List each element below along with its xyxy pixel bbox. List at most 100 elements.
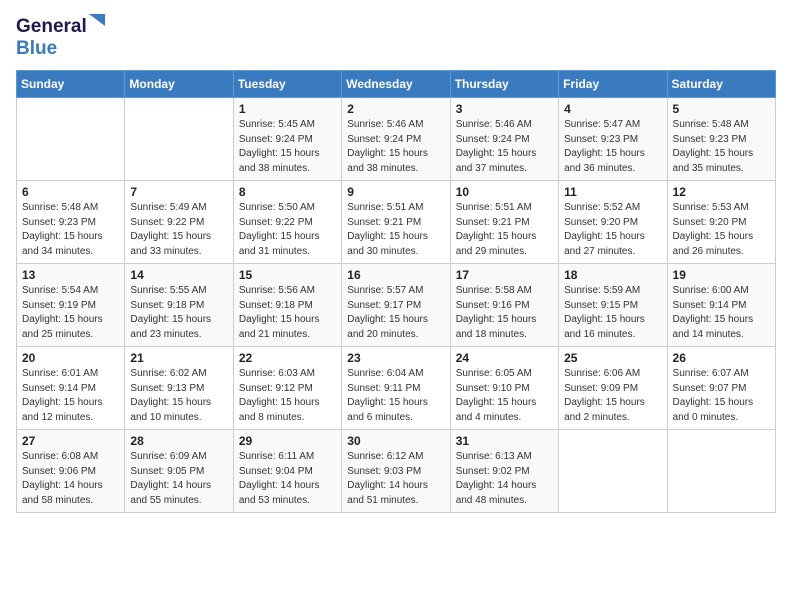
day-number: 7 [130,185,228,199]
day-number: 21 [130,351,228,365]
day-number: 8 [239,185,337,199]
calendar-cell: 30 Sunrise: 6:12 AM Sunset: 9:03 PM Dayli… [342,430,450,513]
day-info: Sunrise: 5:51 AM Sunset: 9:21 PM Dayligh… [347,201,445,259]
calendar-week-row: 1 Sunrise: 5:45 AM Sunset: 9:24 PM Daylig… [17,98,776,181]
day-number: 9 [347,185,445,199]
calendar-cell: 4 Sunrise: 5:47 AM Sunset: 9:23 PM Daylig… [559,98,667,181]
page-header: General Blue [16,16,776,60]
calendar-cell: 28 Sunrise: 6:09 AM Sunset: 9:05 PM Dayli… [125,430,233,513]
calendar-week-row: 27Sunrise: 6:08 AM Sunset: 9:06 PM Dayli… [17,430,776,513]
day-number: 3 [456,102,554,116]
calendar-week-row: 20Sunrise: 6:01 AM Sunset: 9:14 PM Dayli… [17,347,776,430]
day-number: 14 [130,268,228,282]
calendar-cell: 18 Sunrise: 5:59 AM Sunset: 9:15 PM Dayli… [559,264,667,347]
day-info: Sunrise: 5:45 AM Sunset: 9:24 PM Dayligh… [239,118,337,176]
calendar-cell [667,430,775,513]
calendar-cell: 9 Sunrise: 5:51 AM Sunset: 9:21 PM Daylig… [342,181,450,264]
logo: General Blue [16,16,87,60]
calendar-cell: 29 Sunrise: 6:11 AM Sunset: 9:04 PM Dayli… [233,430,341,513]
calendar-cell: 15Sunrise: 5:56 AM Sunset: 9:18 PM Dayli… [233,264,341,347]
calendar-cell: 26Sunrise: 6:07 AM Sunset: 9:07 PM Dayli… [667,347,775,430]
calendar-cell: 27Sunrise: 6:08 AM Sunset: 9:06 PM Dayli… [17,430,125,513]
calendar-cell: 11 Sunrise: 5:52 AM Sunset: 9:20 PM Dayli… [559,181,667,264]
calendar-cell: 7 Sunrise: 5:49 AM Sunset: 9:22 PM Daylig… [125,181,233,264]
day-info: Sunrise: 5:46 AM Sunset: 9:24 PM Dayligh… [456,118,554,176]
calendar-cell: 13 Sunrise: 5:54 AM Sunset: 9:19 PM Dayli… [17,264,125,347]
calendar-week-row: 6Sunrise: 5:48 AM Sunset: 9:23 PM Daylig… [17,181,776,264]
day-number: 20 [22,351,120,365]
calendar-week-row: 13 Sunrise: 5:54 AM Sunset: 9:19 PM Dayli… [17,264,776,347]
day-number: 1 [239,102,337,116]
day-number: 10 [456,185,554,199]
calendar-cell: 20Sunrise: 6:01 AM Sunset: 9:14 PM Dayli… [17,347,125,430]
day-number: 25 [564,351,662,365]
day-number: 24 [456,351,554,365]
calendar-cell: 10 Sunrise: 5:51 AM Sunset: 9:21 PM Dayli… [450,181,558,264]
day-info: Sunrise: 5:49 AM Sunset: 9:22 PM Dayligh… [130,201,228,259]
day-info: Sunrise: 5:51 AM Sunset: 9:21 PM Dayligh… [456,201,554,259]
weekday-header: Monday [125,71,233,98]
calendar-cell: 17 Sunrise: 5:58 AM Sunset: 9:16 PM Dayli… [450,264,558,347]
weekday-header: Wednesday [342,71,450,98]
day-info: Sunrise: 5:53 AM Sunset: 9:20 PM Dayligh… [673,201,771,259]
weekday-header: Saturday [667,71,775,98]
day-info: Sunrise: 5:50 AM Sunset: 9:22 PM Dayligh… [239,201,337,259]
calendar-table: SundayMondayTuesdayWednesdayThursdayFrid… [16,70,776,513]
calendar-cell: 23 Sunrise: 6:04 AM Sunset: 9:11 PM Dayli… [342,347,450,430]
day-number: 17 [456,268,554,282]
calendar-cell: 2 Sunrise: 5:46 AM Sunset: 9:24 PM Daylig… [342,98,450,181]
day-number: 30 [347,434,445,448]
day-number: 4 [564,102,662,116]
day-number: 12 [673,185,771,199]
logo-arrow-icon [89,14,105,30]
calendar-header-row: SundayMondayTuesdayWednesdayThursdayFrid… [17,71,776,98]
calendar-body: 1 Sunrise: 5:45 AM Sunset: 9:24 PM Daylig… [17,98,776,513]
calendar-cell: 1 Sunrise: 5:45 AM Sunset: 9:24 PM Daylig… [233,98,341,181]
day-info: Sunrise: 5:58 AM Sunset: 9:16 PM Dayligh… [456,284,554,342]
day-info: Sunrise: 5:59 AM Sunset: 9:15 PM Dayligh… [564,284,662,342]
day-number: 28 [130,434,228,448]
day-number: 29 [239,434,337,448]
day-number: 19 [673,268,771,282]
day-info: Sunrise: 6:03 AM Sunset: 9:12 PM Dayligh… [239,367,337,425]
day-number: 16 [347,268,445,282]
day-info: Sunrise: 5:46 AM Sunset: 9:24 PM Dayligh… [347,118,445,176]
calendar-cell: 22Sunrise: 6:03 AM Sunset: 9:12 PM Dayli… [233,347,341,430]
logo-general-text: General [16,16,87,37]
day-info: Sunrise: 5:54 AM Sunset: 9:19 PM Dayligh… [22,284,120,342]
day-number: 2 [347,102,445,116]
day-info: Sunrise: 6:06 AM Sunset: 9:09 PM Dayligh… [564,367,662,425]
day-info: Sunrise: 6:00 AM Sunset: 9:14 PM Dayligh… [673,284,771,342]
day-info: Sunrise: 6:04 AM Sunset: 9:11 PM Dayligh… [347,367,445,425]
weekday-header: Tuesday [233,71,341,98]
calendar-cell: 16 Sunrise: 5:57 AM Sunset: 9:17 PM Dayli… [342,264,450,347]
day-info: Sunrise: 5:57 AM Sunset: 9:17 PM Dayligh… [347,284,445,342]
weekday-header: Friday [559,71,667,98]
weekday-header: Sunday [17,71,125,98]
calendar-cell [559,430,667,513]
day-info: Sunrise: 5:52 AM Sunset: 9:20 PM Dayligh… [564,201,662,259]
calendar-cell: 31Sunrise: 6:13 AM Sunset: 9:02 PM Dayli… [450,430,558,513]
day-info: Sunrise: 6:09 AM Sunset: 9:05 PM Dayligh… [130,450,228,508]
day-info: Sunrise: 6:12 AM Sunset: 9:03 PM Dayligh… [347,450,445,508]
calendar-cell: 14 Sunrise: 5:55 AM Sunset: 9:18 PM Dayli… [125,264,233,347]
day-info: Sunrise: 6:11 AM Sunset: 9:04 PM Dayligh… [239,450,337,508]
day-number: 11 [564,185,662,199]
calendar-cell: 25 Sunrise: 6:06 AM Sunset: 9:09 PM Dayli… [559,347,667,430]
day-number: 5 [673,102,771,116]
calendar-cell: 12 Sunrise: 5:53 AM Sunset: 9:20 PM Dayli… [667,181,775,264]
day-info: Sunrise: 5:47 AM Sunset: 9:23 PM Dayligh… [564,118,662,176]
weekday-header: Thursday [450,71,558,98]
day-info: Sunrise: 5:55 AM Sunset: 9:18 PM Dayligh… [130,284,228,342]
day-number: 6 [22,185,120,199]
day-number: 15 [239,268,337,282]
day-info: Sunrise: 6:02 AM Sunset: 9:13 PM Dayligh… [130,367,228,425]
calendar-cell: 19 Sunrise: 6:00 AM Sunset: 9:14 PM Dayli… [667,264,775,347]
calendar-cell: 5 Sunrise: 5:48 AM Sunset: 9:23 PM Daylig… [667,98,775,181]
day-number: 23 [347,351,445,365]
day-info: Sunrise: 6:08 AM Sunset: 9:06 PM Dayligh… [22,450,120,508]
day-number: 26 [673,351,771,365]
day-number: 13 [22,268,120,282]
day-info: Sunrise: 5:48 AM Sunset: 9:23 PM Dayligh… [673,118,771,176]
day-number: 18 [564,268,662,282]
